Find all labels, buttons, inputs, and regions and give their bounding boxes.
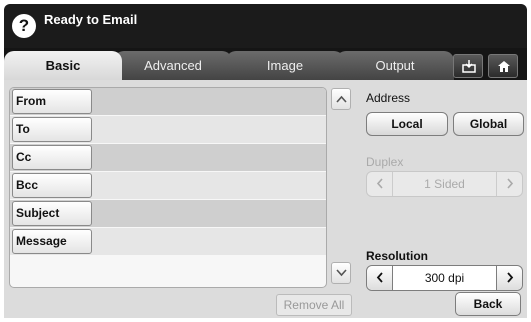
tab-basic[interactable]: Basic [4,51,122,80]
field-row-cc[interactable]: Cc [10,144,326,171]
field-row-to[interactable]: To [10,116,326,143]
chevron-left-icon [376,272,383,283]
chevron-down-icon [336,269,347,277]
header-bar: ? Ready to Email [4,4,527,48]
chevron-left-icon [376,178,383,189]
duplex-stepper: 1 Sided [366,171,523,197]
page-title: Ready to Email [44,12,138,27]
home-button[interactable] [488,54,518,78]
chevron-up-icon [336,95,347,103]
resolution-prev-button[interactable] [367,266,393,290]
resolution-stepper[interactable]: 300 dpi [366,265,523,291]
back-button[interactable]: Back [455,292,521,316]
message-button[interactable]: Message [12,229,92,254]
cc-button[interactable]: Cc [12,145,92,170]
question-icon[interactable]: ? [12,14,36,38]
field-row-message[interactable]: Message [10,228,326,255]
chevron-right-icon [507,272,514,283]
resolution-label: Resolution [366,249,428,263]
scroll-up-button[interactable] [331,88,351,110]
subject-button[interactable]: Subject [12,201,92,226]
scroll-down-button[interactable] [331,262,351,284]
local-address-button[interactable]: Local [366,112,448,136]
from-button[interactable]: From [12,89,92,114]
duplex-prev-button [367,172,393,196]
field-row-from[interactable]: From [10,88,326,115]
tab-image[interactable]: Image [226,51,344,80]
home-icon [498,61,510,72]
address-field-list: From To Cc Bcc Subject Message [9,87,327,288]
field-row-subject[interactable]: Subject [10,200,326,227]
tab-advanced[interactable]: Advanced [114,51,232,80]
bcc-button[interactable]: Bcc [12,173,92,198]
to-button[interactable]: To [12,117,92,142]
field-row-bcc[interactable]: Bcc [10,172,326,199]
email-screen: ? Ready to Email Output Image Advanced B… [0,0,531,322]
resolution-next-button[interactable] [496,266,522,290]
save-tray-icon [462,60,476,73]
chevron-right-icon [507,178,514,189]
duplex-label: Duplex [366,155,404,169]
save-tray-button[interactable] [453,54,483,78]
tab-bar: Output Image Advanced Basic [4,48,527,80]
duplex-next-button [496,172,522,196]
address-label: Address [366,91,411,105]
global-address-button[interactable]: Global [453,112,524,136]
resolution-value: 300 dpi [424,271,465,285]
remove-all-button[interactable]: Remove All [276,294,352,316]
basic-tab-panel: From To Cc Bcc Subject Message Remove Al… [4,80,527,318]
tab-output[interactable]: Output [336,51,454,80]
duplex-value: 1 Sided [424,177,465,191]
